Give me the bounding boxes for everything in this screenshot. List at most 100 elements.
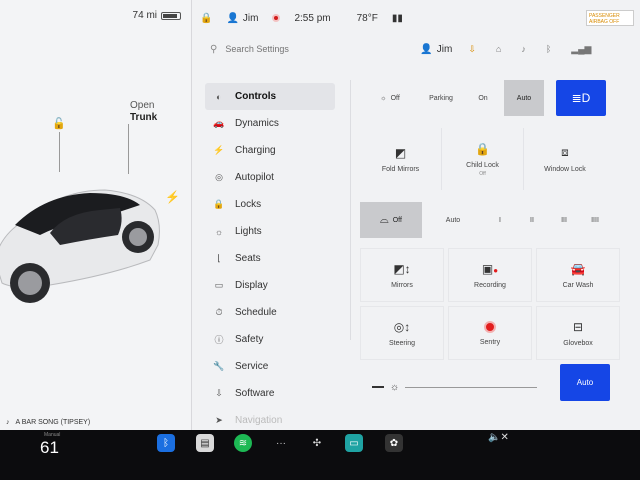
padlock-icon: 🔒 [475,141,490,156]
wipers-off-button[interactable]: ⌓ Off [360,202,422,238]
fan-icon[interactable]: ✣ [308,434,326,452]
toybox-app-icon[interactable]: ✿ [385,434,403,452]
volume-mute-icon[interactable]: 🔈✕ [488,432,509,443]
more-apps-icon[interactable]: ··· [272,434,290,452]
menu-item-autopilot[interactable]: ◎ Autopilot [205,164,335,191]
menu-item-label: Navigation [235,415,283,426]
dashcam-status[interactable] [272,14,281,22]
sun-icon: ☼ [380,94,387,102]
menu-item-label: Autopilot [235,172,274,183]
recording-button[interactable]: ▣● Recording [448,248,532,302]
seat-icon: ⌊ [217,253,221,263]
controls-panel: ☼ Off Parking On Auto ≣D ◩ Fold Mirrors … [360,80,620,360]
bolt-icon: ⚡ [213,145,225,155]
car-image [0,189,160,303]
headlights-off-button[interactable]: ☼ Off [360,80,420,116]
menu-item-safety[interactable]: ⓘ Safety [205,326,335,353]
controls-grid: ◩↕ Mirrors ▣● Recording 🚘 Car Wash ◎↕ St… [360,248,620,360]
wipers-speed-1[interactable]: I [484,202,516,238]
home-icon[interactable]: ⌂ [496,44,501,55]
menu-item-controls[interactable]: ◐ Controls [205,83,335,110]
bulb-icon: ☼ [214,226,224,237]
high-beam-icon: ≣D [571,91,591,105]
clock-icon: ⏱ [215,307,223,317]
battery-icon [161,11,181,20]
toggle-icon: ◐ [216,91,222,102]
settings-menu: ◐ Controls 🚗 Dynamics ⚡ Charging ◎ Autopilot 🔒 Lo… [205,83,335,430]
spotify-app-icon[interactable]: ≋ [234,434,252,452]
menu-item-label: Schedule [235,307,277,318]
menu-item-label: Locks [235,199,262,210]
menu-item-display[interactable]: ▭ Display [205,272,335,299]
glovebox-button[interactable]: ⊟ Glovebox [536,306,620,360]
wipers-speed-3[interactable]: III [548,202,580,238]
profile-button[interactable]: 👤 Jim [226,13,258,24]
wrench-icon: 🔧 [213,361,225,371]
lock-icon: 🔒 [200,12,213,24]
mirror-icon: ◩ [394,145,407,160]
menu-item-charging[interactable]: ⚡ Charging [205,137,335,164]
sentry-button[interactable]: Sentry [448,306,532,360]
search-profile-button[interactable]: 👤 Jim [420,44,452,55]
steering-button[interactable]: ◎↕ Steering [360,306,444,360]
menu-item-seats[interactable]: ⌊ Seats [205,245,335,272]
wipers-selector: ⌓ Off Auto I II III IIII [360,202,620,238]
controls-tiles: ◩ Fold Mirrors 🔒 Child Lock Off ⧈ Window… [360,128,620,190]
steering-adjust-icon: ◎↕ [393,319,411,334]
headlights-auto-button[interactable]: Auto [504,80,544,116]
menu-item-label: Service [235,361,269,372]
fold-mirrors-button[interactable]: ◩ Fold Mirrors [360,128,442,190]
menu-item-schedule[interactable]: ⏱ Schedule [205,299,335,326]
wipers-auto-button[interactable]: Auto [422,202,484,238]
rear-defrost-icon[interactable]: ▭ [345,434,363,452]
menu-item-label: Seats [235,253,261,264]
bell-icon[interactable]: ♪ [521,44,526,55]
quick-icons: ⇩ ⌂ ♪ ᛒ ▂▄▆ [468,44,591,55]
outside-temp: 78°F [356,12,378,24]
menu-item-label: Display [235,280,268,291]
wipers-speed-4[interactable]: IIII [580,202,610,238]
menu-item-navigation[interactable]: ➤ Navigation [205,407,335,430]
child-lock-button[interactable]: 🔒 Child Lock Off [442,128,524,190]
menu-item-service[interactable]: 🔧 Service [205,353,335,380]
download-icon[interactable]: ⇩ [468,44,476,55]
steering-wheel-icon: ◎ [215,172,223,182]
brightness-auto-button[interactable]: Auto [560,364,610,401]
brightness-track[interactable] [405,386,538,388]
headlights-on-button[interactable]: On [462,80,504,116]
lock-status[interactable]: 🔒 [200,13,212,24]
car-wash-button[interactable]: 🚘 Car Wash [536,248,620,302]
music-note-icon: ♪ [6,418,10,426]
menu-item-locks[interactable]: 🔒 Locks [205,191,335,218]
charge-port-icon[interactable]: ⚡ [165,190,180,204]
sentry-icon [484,320,496,333]
search-row: ⚲ 👤 Jim ⇩ ⌂ ♪ ᛒ ▂▄▆ [192,34,640,64]
car-status: 74 mi [133,10,181,21]
menu-item-dynamics[interactable]: 🚗 Dynamics [205,110,335,137]
trunk-label: Trunk [130,112,158,123]
frunk-lock-icon[interactable]: 🔓 [52,117,66,130]
navigation-icon: ➤ [215,415,223,425]
menu-item-software[interactable]: ⇩ Software [205,380,335,407]
media-bar[interactable]: ♪ A BAR SONG (TIPSEY) [0,414,192,430]
window-lock-button[interactable]: ⧈ Window Lock [524,128,606,190]
search-input[interactable] [225,44,406,54]
mirrors-button[interactable]: ◩↕ Mirrors [360,248,444,302]
glovebox-icon: ⊟ [572,319,584,334]
bluetooth-icon[interactable]: ᛒ [546,44,551,55]
brightness-slider[interactable]: ☼ [372,380,542,394]
menu-item-label: Lights [235,226,262,237]
high-beam-button[interactable]: ≣D [556,80,606,116]
clock: 2:55 pm [294,12,331,24]
bluetooth-app-icon[interactable]: ᛒ [157,434,175,452]
car-panel: 74 mi 🔓 Open Trunk ⚡ ♪ A BAR SONG (TIPSE… [0,0,192,430]
climate-temperature[interactable]: 61 [40,438,59,458]
headlights-parking-button[interactable]: Parking [420,80,462,116]
menu-item-lights[interactable]: ☼ Lights [205,218,335,245]
info-icon: ⓘ [214,335,224,345]
open-trunk-button[interactable]: Open Trunk [130,100,157,124]
wipers-speed-2[interactable]: II [516,202,548,238]
dashcam-icon: ▣● [481,261,499,276]
calendar-app-icon[interactable]: ▤ [196,434,214,452]
menu-item-label: Safety [235,334,264,345]
